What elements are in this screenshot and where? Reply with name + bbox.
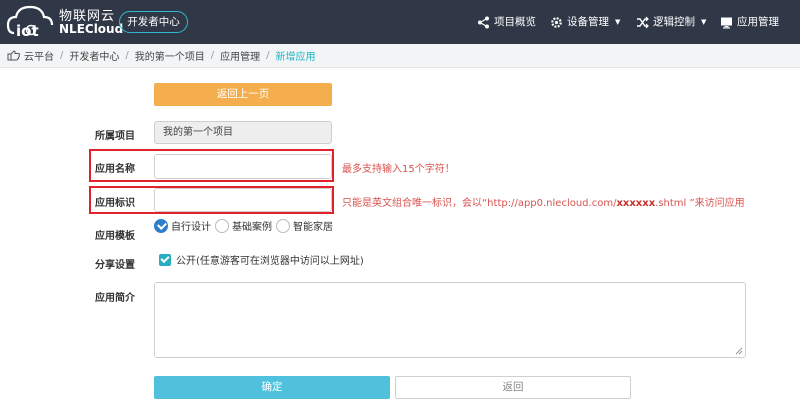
radio-unchecked-icon[interactable] xyxy=(276,218,290,233)
app-name-hint: 最多支持输入15个字符！ xyxy=(342,164,455,175)
nav-label: 应用管理 xyxy=(737,16,779,28)
resize-grip-icon[interactable] xyxy=(735,347,743,355)
template-radio-group: 自行设计 基础案例 智能家居 xyxy=(154,218,337,233)
share-icon xyxy=(478,16,489,28)
app-intro-textarea[interactable] xyxy=(154,282,746,358)
project-field: 我的第一个项目 xyxy=(154,121,332,144)
nav-label: 设备管理 xyxy=(567,16,609,28)
hand-pointer-icon xyxy=(7,50,20,61)
nav-device-management[interactable]: 设备管理 ▼ xyxy=(550,0,620,44)
app-id-hint-placeholder: xxxxxx xyxy=(616,198,656,209)
top-navbar: iot 物联网云 NLECloud 开发者中心 项目概览 设备管理 ▼ 逻辑控制… xyxy=(0,0,800,44)
template-option-smart-home[interactable]: 智能家居 xyxy=(276,218,333,233)
brand-name-en: NLECloud xyxy=(59,22,124,36)
nlecloud-logo-icon[interactable]: iot xyxy=(6,3,58,41)
nav-logic-control[interactable]: 逻辑控制 ▼ xyxy=(636,0,706,44)
template-option-label: 智能家居 xyxy=(293,222,333,233)
app-id-hint-prefix: 只能是英文组合唯一标识，会以“http://app0.nlecloud.com/ xyxy=(342,198,617,209)
nav-app-management[interactable]: 应用管理 xyxy=(720,0,779,44)
checkbox-checked-icon[interactable] xyxy=(159,253,171,266)
developer-center-button[interactable]: 开发者中心 xyxy=(119,11,188,33)
monitor-icon xyxy=(721,17,732,28)
template-option-label: 基础案例 xyxy=(232,222,272,233)
back-to-previous-page-button[interactable]: 返回上一页 xyxy=(154,83,332,106)
template-option-basic[interactable]: 基础案例 xyxy=(215,218,272,233)
crumb-separator: / xyxy=(266,50,270,61)
return-button[interactable]: 返回 xyxy=(395,376,631,399)
caret-down-icon: ▼ xyxy=(615,18,621,26)
radio-unchecked-icon[interactable] xyxy=(215,218,229,233)
intro-label: 应用简介 xyxy=(95,293,135,304)
app-id-hint-suffix: .shtml ”来访问应用 xyxy=(655,198,745,209)
share-label: 分享设置 xyxy=(95,260,135,271)
share-public-option[interactable]: 公开(任意游客可在浏览器中访问以上网址) xyxy=(159,252,364,267)
app-id-input[interactable] xyxy=(154,188,332,212)
template-label: 应用模板 xyxy=(95,231,135,242)
crumb-app-management[interactable]: 应用管理 xyxy=(220,48,260,63)
crumb-separator: / xyxy=(125,50,129,61)
crumb-cloud-platform[interactable]: 云平台 xyxy=(24,48,54,63)
nav-project-overview[interactable]: 项目概览 xyxy=(477,0,536,44)
caret-down-icon: ▼ xyxy=(701,18,707,26)
crumb-separator: / xyxy=(60,50,64,61)
template-option-label: 自行设计 xyxy=(171,222,211,233)
template-option-custom[interactable]: 自行设计 xyxy=(154,218,211,233)
breadcrumb: 云平台 / 开发者中心 / 我的第一个项目 / 应用管理 / 新增应用 xyxy=(0,44,800,68)
app-id-hint: 只能是英文组合唯一标识，会以“http://app0.nlecloud.com/… xyxy=(342,194,745,209)
app-id-label: 应用标识 xyxy=(95,198,135,209)
radio-checked-icon[interactable] xyxy=(154,218,168,233)
app-name-label: 应用名称 xyxy=(95,164,135,175)
shuffle-icon xyxy=(637,16,649,28)
confirm-button[interactable]: 确定 xyxy=(154,376,390,399)
nav-label: 逻辑控制 xyxy=(653,16,695,28)
gear-icon xyxy=(551,16,562,28)
share-option-label: 公开(任意游客可在浏览器中访问以上网址) xyxy=(176,256,364,267)
crumb-my-first-project[interactable]: 我的第一个项目 xyxy=(135,48,205,63)
project-label: 所属项目 xyxy=(95,131,135,142)
nav-label: 项目概览 xyxy=(494,16,536,28)
crumb-new-app: 新增应用 xyxy=(275,52,316,63)
crumb-separator: / xyxy=(210,50,215,61)
crumb-developer-center[interactable]: 开发者中心 xyxy=(69,48,119,63)
app-name-input[interactable] xyxy=(154,154,332,179)
